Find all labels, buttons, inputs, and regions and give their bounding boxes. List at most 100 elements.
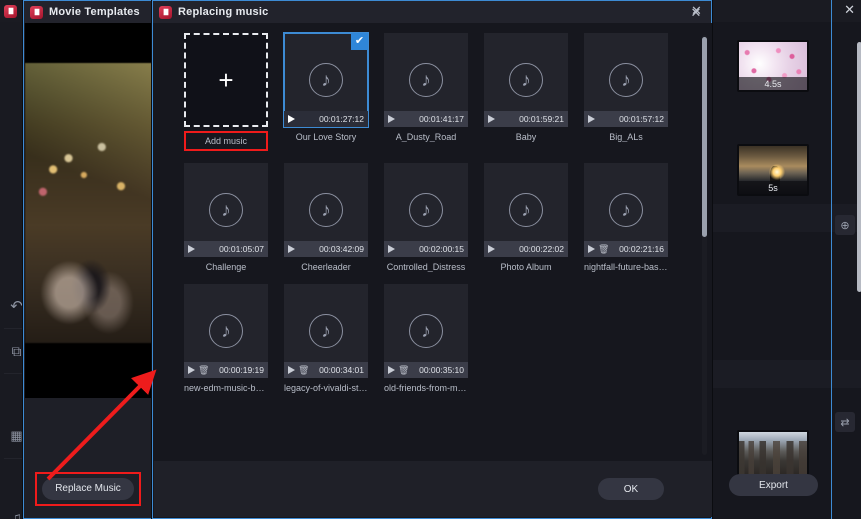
music-item-playbar: 00:00:22:02 <box>484 241 568 257</box>
music-duration: 00:01:41:17 <box>419 114 464 124</box>
play-icon[interactable] <box>288 366 295 374</box>
music-note-icon: ♪ <box>509 63 543 97</box>
music-item-label: nightfall-future-bass-m... <box>584 262 668 272</box>
music-note-icon: ♪ <box>409 63 443 97</box>
music-item[interactable]: ♪ 00:03:42:09 Cheerleader <box>284 163 368 272</box>
play-icon[interactable] <box>288 245 295 253</box>
replace-music-highlight: Replace Music <box>35 471 141 506</box>
music-note-icon: ♪ <box>509 193 543 227</box>
music-item[interactable]: ♪ 🗑 00:00:34:01 legacy-of-vivaldi-storm-... <box>284 284 368 393</box>
music-duration: 00:01:05:07 <box>219 244 264 254</box>
video-preview[interactable] <box>25 23 153 398</box>
replace-music-button[interactable]: Replace Music <box>42 477 134 500</box>
selected-check-icon: ✔ <box>351 33 368 50</box>
play-icon[interactable] <box>388 366 395 374</box>
ok-button[interactable]: OK <box>598 478 664 500</box>
music-note-icon: ♪ <box>309 193 343 227</box>
play-icon[interactable] <box>488 115 495 123</box>
music-item-playbar: 00:01:05:07 <box>184 241 268 257</box>
movie-templates-dialog: Movie Templates ▷ ⏮ ⏭ 🔈 <box>23 0 153 519</box>
play-icon[interactable] <box>188 245 195 253</box>
clip-duration: 4.5s <box>739 77 807 90</box>
music-item[interactable]: ♪ 🗑 00:00:19:19 new-edm-music-beet-... <box>184 284 268 393</box>
music-item[interactable]: ♪ 🗑 00:00:35:10 old-friends-from-manha... <box>384 284 468 393</box>
music-duration: 00:02:00:15 <box>419 244 464 254</box>
music-item-tile[interactable]: ♪ 🗑 00:02:21:16 <box>584 163 668 257</box>
music-item[interactable]: ♪ 00:01:05:07 Challenge <box>184 163 268 272</box>
music-duration: 00:00:19:19 <box>219 365 264 375</box>
music-item-label: A_Dusty_Road <box>395 132 457 142</box>
add-transition-icon[interactable]: ⊕ <box>835 215 855 235</box>
music-item-tile[interactable]: ♪ 🗑 00:00:34:01 <box>284 284 368 378</box>
right-panel-scrollbar[interactable] <box>857 42 861 292</box>
music-note-icon: ♪ <box>409 193 443 227</box>
trash-icon[interactable]: 🗑 <box>598 244 609 255</box>
music-item-label: Controlled_Distress <box>386 262 466 272</box>
trash-icon[interactable]: 🗑 <box>198 365 209 376</box>
undo-icon-glyph: ↶ <box>10 298 23 315</box>
music-duration: 00:00:22:02 <box>519 244 564 254</box>
music-item-label: Our Love Story <box>295 132 357 142</box>
music-note-icon: ♪ <box>609 193 643 227</box>
music-item-tile[interactable]: ♪ 00:01:41:17 <box>384 33 468 127</box>
play-icon[interactable] <box>588 115 595 123</box>
close-icon-app[interactable]: ✕ <box>844 3 855 16</box>
music-item-playbar: 00:01:57:12 <box>584 111 668 127</box>
movie-templates-titlebar: Movie Templates <box>24 1 152 23</box>
play-icon[interactable] <box>388 245 395 253</box>
export-button[interactable]: Export <box>729 474 818 496</box>
music-item[interactable]: ♪ 00:01:41:17 A_Dusty_Road <box>384 33 468 151</box>
music-item-label: old-friends-from-manha... <box>384 383 468 393</box>
music-item-playbar: 00:02:00:15 <box>384 241 468 257</box>
music-item[interactable]: ♪ 🗑 00:02:21:16 nightfall-future-bass-m... <box>584 163 668 272</box>
music-item-tile[interactable]: ♪ 00:02:00:15 <box>384 163 468 257</box>
music-item-tile[interactable]: ♪ 00:01:05:07 <box>184 163 268 257</box>
app-logo-icon <box>4 4 17 18</box>
trash-icon[interactable]: 🗑 <box>398 365 409 376</box>
add-transition-glyph: ⊕ <box>840 219 850 232</box>
music-item[interactable]: ♪ 00:00:22:02 Photo Album <box>484 163 568 272</box>
music-scrollbar-thumb[interactable] <box>702 37 707 237</box>
video-track-icon-glyph: ▦ <box>10 428 23 443</box>
music-item-tile[interactable]: ♪ 🗑 00:00:19:19 <box>184 284 268 378</box>
add-music-button[interactable]: + <box>184 33 268 127</box>
music-item[interactable]: ♪ ✔ 00:01:27:12 Our Love Story <box>283 32 369 151</box>
music-item-label: Challenge <box>205 262 247 272</box>
video-preview-frame <box>25 63 153 343</box>
music-item-label: Big_ALs <box>609 132 643 142</box>
music-item-tile[interactable]: ♪ 00:01:57:12 <box>584 33 668 127</box>
music-item-tile[interactable]: ♪ 00:00:22:02 <box>484 163 568 257</box>
play-icon[interactable] <box>288 115 295 123</box>
play-icon[interactable] <box>188 366 195 374</box>
music-item-tile[interactable]: ♪ 00:03:42:09 <box>284 163 368 257</box>
right-preview-panel: 4.5s 5s ⊕ ⇄ <box>694 22 861 519</box>
music-item-playbar: 00:01:59:21 <box>484 111 568 127</box>
music-item-tile[interactable]: ♪ ✔ 00:01:27:12 <box>283 32 369 128</box>
music-item[interactable]: ♪ 00:01:57:12 Big_ALs <box>584 33 668 151</box>
screen-root: Mi ↶ ⧉ ▦ ♫ Media My Album Videos <box>0 0 861 519</box>
app-logo-icon <box>159 5 172 19</box>
play-icon[interactable] <box>588 245 595 253</box>
replacing-music-title: Replacing music <box>178 6 269 18</box>
music-item-tile[interactable]: ♪ 00:01:59:21 <box>484 33 568 127</box>
clip-card-blossom[interactable]: 4.5s <box>737 40 809 92</box>
trash-icon[interactable]: 🗑 <box>298 365 309 376</box>
music-note-icon: ♪ <box>409 314 443 348</box>
play-icon[interactable] <box>488 245 495 253</box>
play-icon[interactable] <box>388 115 395 123</box>
clip-card-sunset[interactable]: 5s <box>737 144 809 196</box>
music-item[interactable]: ♪ 00:01:59:21 Baby <box>484 33 568 151</box>
add-music-cell: + Add music <box>184 33 268 151</box>
music-item-tile[interactable]: ♪ 🗑 00:00:35:10 <box>384 284 468 378</box>
music-note-icon: ♪ <box>309 314 343 348</box>
swap-clips-glyph: ⇄ <box>840 416 850 429</box>
close-icon-movie-templates[interactable]: ✕ <box>691 4 702 17</box>
music-note-icon: ♪ <box>209 193 243 227</box>
music-item[interactable]: ♪ 00:02:00:15 Controlled_Distress <box>384 163 468 272</box>
swap-clips-icon[interactable]: ⇄ <box>835 412 855 432</box>
export-button-label: Export <box>759 479 788 491</box>
music-item-label: Baby <box>515 132 537 142</box>
timeline-band <box>700 360 861 388</box>
replace-music-label: Replace Music <box>55 483 121 494</box>
add-music-label: Add music <box>204 136 248 146</box>
